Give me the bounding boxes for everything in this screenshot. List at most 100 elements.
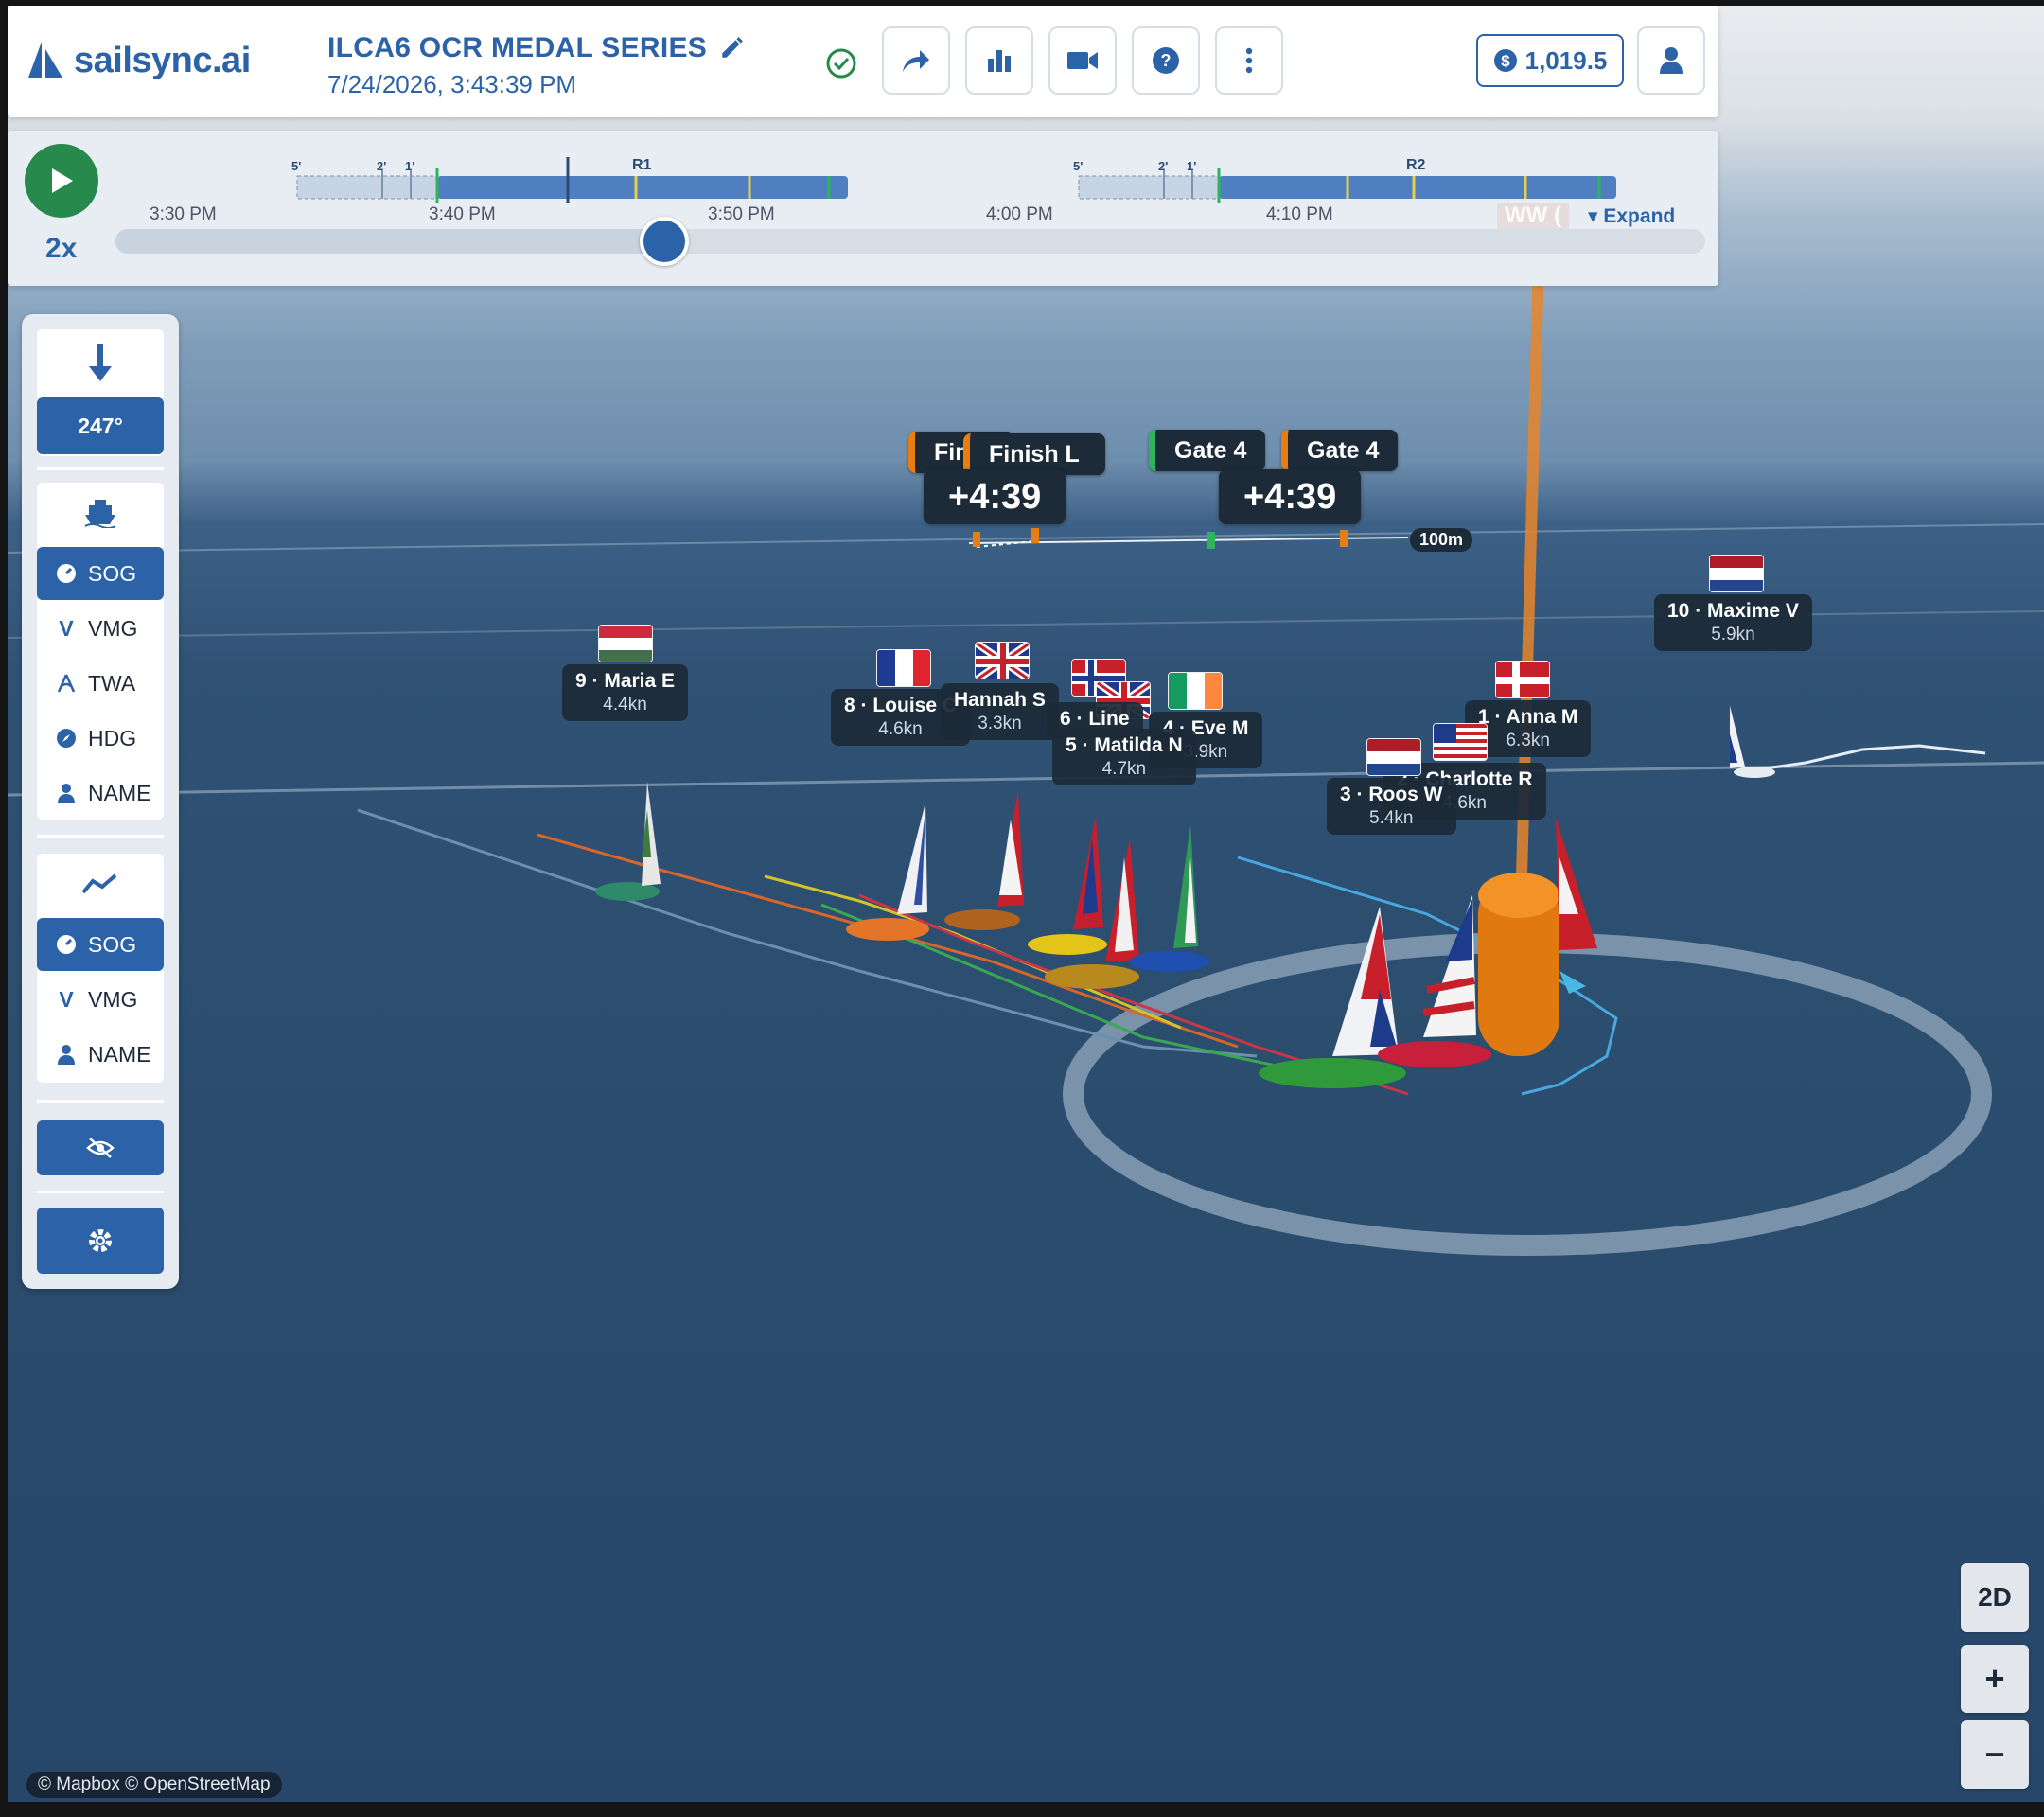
map-attribution[interactable]: © Mapbox © OpenStreetMap	[26, 1772, 282, 1798]
boat-label[interactable]: Hannah S 3.3kn	[941, 683, 1059, 740]
video-button[interactable]	[1048, 26, 1117, 95]
expand-timeline-link[interactable]: ▾ Expand	[1588, 204, 1675, 228]
gate-buoy	[1340, 530, 1348, 547]
speedometer-icon	[57, 935, 76, 954]
bar-chart-icon	[988, 50, 1011, 72]
video-camera-icon	[1067, 52, 1098, 69]
time-tick: 4:10 PM	[1266, 204, 1333, 224]
user-account-button[interactable]	[1637, 26, 1705, 95]
race-datetime: 7/24/2026, 3:43:39 PM	[327, 70, 577, 98]
pre-start-label: 5'	[1073, 159, 1084, 173]
svg-text:$: $	[1501, 52, 1510, 70]
flag-usa-icon	[1433, 723, 1488, 761]
sailboat-logo-icon	[28, 42, 62, 78]
hide-labels-button[interactable]	[37, 1120, 164, 1175]
vmg-v-icon: V	[59, 986, 74, 1012]
time-tick: 3:30 PM	[150, 204, 217, 224]
flag-france-icon	[876, 649, 931, 687]
race-bars	[296, 157, 1616, 203]
finish-buoy	[973, 532, 980, 547]
track-line-icon	[81, 873, 117, 894]
help-button[interactable]: ?	[1132, 26, 1200, 95]
pre-start-label: 5'	[291, 159, 302, 173]
share-arrow-icon	[903, 50, 929, 72]
gate-buoy	[1207, 532, 1215, 549]
race-bar-r1	[437, 176, 848, 199]
boat-label[interactable]: 3 · Roos W 5.4kn	[1327, 778, 1456, 835]
track-option-vmg[interactable]: V VMG	[37, 973, 164, 1026]
saved-check-icon	[825, 47, 857, 84]
time-delta-badge: +4:39	[924, 469, 1066, 524]
boat-hull[interactable]	[1556, 818, 1597, 994]
boat-hull[interactable]	[1028, 816, 1107, 955]
time-tick: 3:40 PM	[429, 204, 496, 224]
label-option-sog[interactable]: SOG	[37, 547, 164, 600]
svg-text:?: ?	[1161, 51, 1172, 70]
timeline-scrubber-handle[interactable]	[639, 217, 689, 266]
boat-label[interactable]: 5 · Matilda N 4.7kn	[1052, 729, 1196, 785]
boat-icon	[84, 500, 116, 528]
label-option-twa[interactable]: TWA	[37, 657, 164, 710]
distance-scale-label: 100m	[1410, 528, 1473, 552]
settings-button[interactable]	[37, 1208, 164, 1274]
label-option-name[interactable]: NAME	[37, 767, 164, 820]
boat-hull[interactable]	[944, 791, 1024, 930]
user-icon	[1660, 47, 1683, 74]
race-bar-r2	[1219, 176, 1616, 199]
flag-uk-icon	[975, 642, 1030, 679]
timeline-scrubber-track[interactable]	[115, 229, 1705, 254]
wind-indicator[interactable]: 247°	[37, 329, 164, 456]
mark-tag-gate[interactable]: Gate 4	[1281, 430, 1399, 471]
share-button[interactable]	[882, 26, 950, 95]
boat-hull[interactable]	[595, 782, 661, 901]
edit-pencil-icon[interactable]	[719, 36, 744, 65]
track-option-name[interactable]: NAME	[37, 1028, 164, 1081]
zoom-in-button[interactable]: +	[1961, 1645, 2029, 1713]
finish-buoy	[1031, 528, 1039, 543]
time-delta-badge: +4:39	[1219, 469, 1362, 524]
view-2d-toggle[interactable]: 2D	[1961, 1563, 2029, 1632]
gear-icon	[89, 1229, 112, 1252]
pre-start-label: 2'	[1158, 159, 1169, 173]
flag-ireland-icon	[1168, 672, 1223, 710]
angle-icon	[57, 674, 76, 693]
eye-slash-icon	[86, 1138, 115, 1158]
help-question-icon: ?	[1153, 47, 1179, 74]
person-icon	[58, 1045, 75, 1065]
stats-button[interactable]	[965, 26, 1033, 95]
race-timeline: 2x 5' 2' 1' R1 5' 2' 1' R2 3:30 PM 3:40 …	[8, 131, 1718, 286]
flag-hungary-icon	[598, 625, 653, 662]
flag-netherlands-icon	[1366, 738, 1421, 776]
boat-label[interactable]: 9 · Maria E 4.4kn	[562, 664, 689, 721]
credits-button[interactable]: $ 1,019.5	[1476, 34, 1624, 87]
app-window: Fir Finish L Gate 4 Gate 4 +4:39 +4:39 1…	[0, 0, 2044, 1817]
vmg-v-icon: V	[59, 615, 74, 641]
windward-mark-label: WW (	[1497, 203, 1569, 229]
compass-icon	[57, 729, 76, 748]
boat-label-options: SOG V VMG TWA HDG NAME	[37, 483, 164, 820]
label-option-hdg[interactable]: HDG	[37, 712, 164, 765]
race-title: ILCA6 OCR MEDAL SERIES	[327, 32, 708, 63]
flag-netherlands-icon	[1709, 555, 1764, 592]
more-menu-button[interactable]	[1215, 26, 1283, 95]
pre-start-label: 2'	[377, 159, 387, 173]
more-vertical-icon	[1245, 47, 1253, 74]
credits-value: 1,019.5	[1524, 45, 1608, 75]
timeline-progress	[115, 229, 664, 254]
label-option-vmg[interactable]: V VMG	[37, 602, 164, 655]
race-label-r1[interactable]: R1	[632, 157, 651, 174]
time-tick: 4:00 PM	[986, 204, 1053, 224]
boat-hull[interactable]	[1130, 825, 1209, 972]
track-option-sog[interactable]: SOG	[37, 918, 164, 971]
boat-label[interactable]: 10 · Maxime V 5.9kn	[1654, 594, 1812, 651]
brand-name: sailsync.ai	[74, 40, 251, 80]
time-tick: 3:50 PM	[708, 204, 775, 224]
playback-speed[interactable]: 2x	[45, 233, 77, 265]
boat-hull[interactable]	[1259, 907, 1406, 1088]
race-label-r2[interactable]: R2	[1406, 157, 1425, 174]
mark-tag-gate[interactable]: Gate 4	[1149, 430, 1266, 471]
pre-start-label: 1'	[1187, 159, 1197, 173]
logo[interactable]: sailsync.ai	[26, 40, 251, 81]
zoom-out-button[interactable]: −	[1961, 1720, 2029, 1789]
person-icon	[58, 784, 75, 803]
